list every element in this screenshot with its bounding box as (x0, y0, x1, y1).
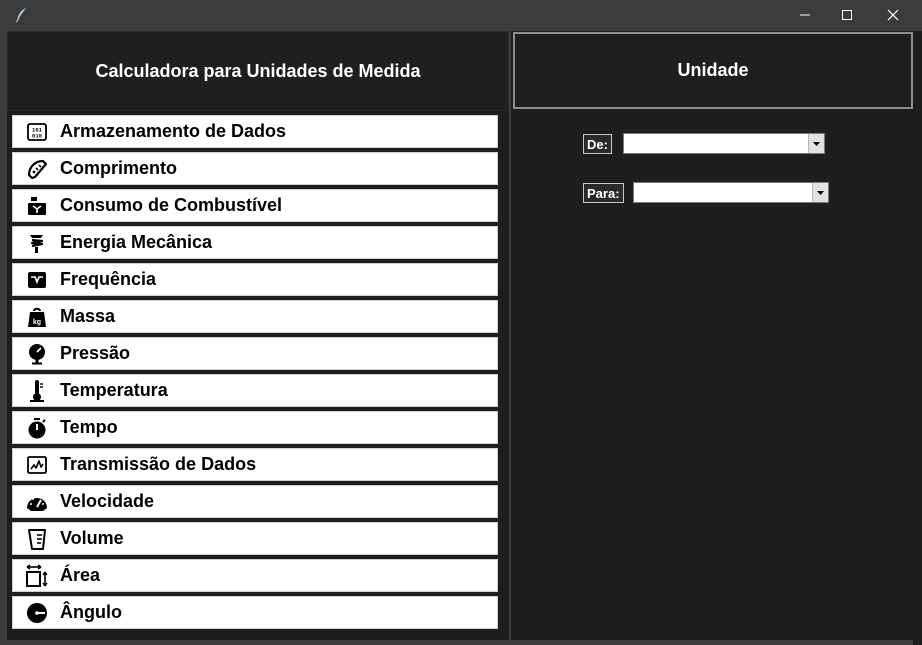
category-label: Temperatura (60, 380, 168, 400)
category-label: Massa (60, 306, 116, 326)
app-window: Calculadora para Unidades de Medida 101 … (0, 0, 922, 645)
frequency-box-icon (25, 268, 49, 292)
from-label: De: (583, 134, 612, 154)
category-tempo[interactable]: Tempo (12, 411, 498, 444)
spring-energy-icon (25, 231, 49, 255)
binary-data-icon: 101 010 (25, 120, 49, 144)
area-arrows-icon (25, 563, 49, 588)
category-label: Tempo (60, 417, 118, 437)
chevron-down-icon (817, 190, 824, 195)
category-pressao[interactable]: Pressão (12, 337, 498, 370)
category-consumo-de-combustivel[interactable]: Consumo de Combustível (12, 189, 498, 222)
category-area[interactable]: Área (12, 559, 498, 592)
minimize-icon (800, 14, 810, 16)
maximize-button[interactable] (824, 0, 870, 30)
to-label: Para: (583, 183, 624, 203)
category-velocidade[interactable]: Velocidade (12, 485, 498, 518)
app-title: Calculadora para Unidades de Medida (7, 31, 509, 111)
speedometer-icon (25, 490, 49, 514)
ruler-icon (25, 157, 49, 181)
unit-title: Unidade (513, 32, 913, 109)
to-dropdown-button[interactable] (812, 183, 828, 202)
category-label: Comprimento (60, 158, 177, 178)
conversion-panel: Unidade De: Para: (511, 31, 913, 640)
category-massa[interactable]: kg Massa (12, 300, 498, 333)
category-frequencia[interactable]: Frequência (12, 263, 498, 296)
category-angulo[interactable]: Ângulo (12, 596, 498, 629)
kg-weight-icon: kg (25, 305, 49, 329)
category-label: Armazenamento de Dados (60, 121, 287, 141)
thermometer-icon (25, 379, 49, 403)
minimize-button[interactable] (782, 0, 828, 30)
svg-text:kg: kg (33, 319, 41, 326)
maximize-icon (842, 10, 852, 20)
chevron-down-icon (813, 141, 820, 146)
title-bar[interactable] (0, 0, 922, 30)
close-button[interactable] (870, 0, 916, 30)
fuel-pump-icon (25, 194, 49, 218)
category-volume[interactable]: Volume (12, 522, 498, 555)
category-label: Ângulo (60, 602, 122, 622)
category-panel: Calculadora para Unidades de Medida 101 … (7, 31, 509, 640)
category-label: Consumo de Combustível (60, 195, 283, 215)
category-energia-mecanica[interactable]: Energia Mecânica (12, 226, 498, 259)
category-label: Velocidade (60, 491, 155, 511)
signal-chart-icon (25, 453, 49, 477)
category-comprimento[interactable]: Comprimento (12, 152, 498, 185)
feather-icon (15, 8, 26, 23)
pressure-gauge-icon (25, 342, 49, 366)
background-window-edge (913, 31, 922, 645)
category-list: 101 010 Armazenamento de Dados Comprimen… (12, 115, 500, 633)
stopwatch-icon (25, 416, 49, 440)
category-label: Área (60, 565, 101, 585)
from-select[interactable] (623, 133, 825, 154)
angle-icon (25, 601, 49, 625)
measuring-cup-icon (25, 527, 49, 551)
category-label: Transmissão de Dados (60, 454, 257, 474)
category-armazenamento-de-dados[interactable]: 101 010 Armazenamento de Dados (12, 115, 498, 148)
to-select[interactable] (633, 182, 829, 203)
category-transmissao-de-dados[interactable]: Transmissão de Dados (12, 448, 498, 481)
from-dropdown-button[interactable] (808, 134, 824, 153)
category-label: Energia Mecânica (60, 232, 213, 252)
category-temperatura[interactable]: Temperatura (12, 374, 498, 407)
svg-text:010: 010 (32, 132, 42, 139)
category-label: Frequência (60, 269, 157, 289)
from-input[interactable] (624, 134, 809, 153)
close-icon (887, 9, 899, 21)
category-label: Pressão (60, 343, 131, 363)
category-label: Volume (60, 528, 124, 548)
to-input[interactable] (634, 183, 813, 202)
